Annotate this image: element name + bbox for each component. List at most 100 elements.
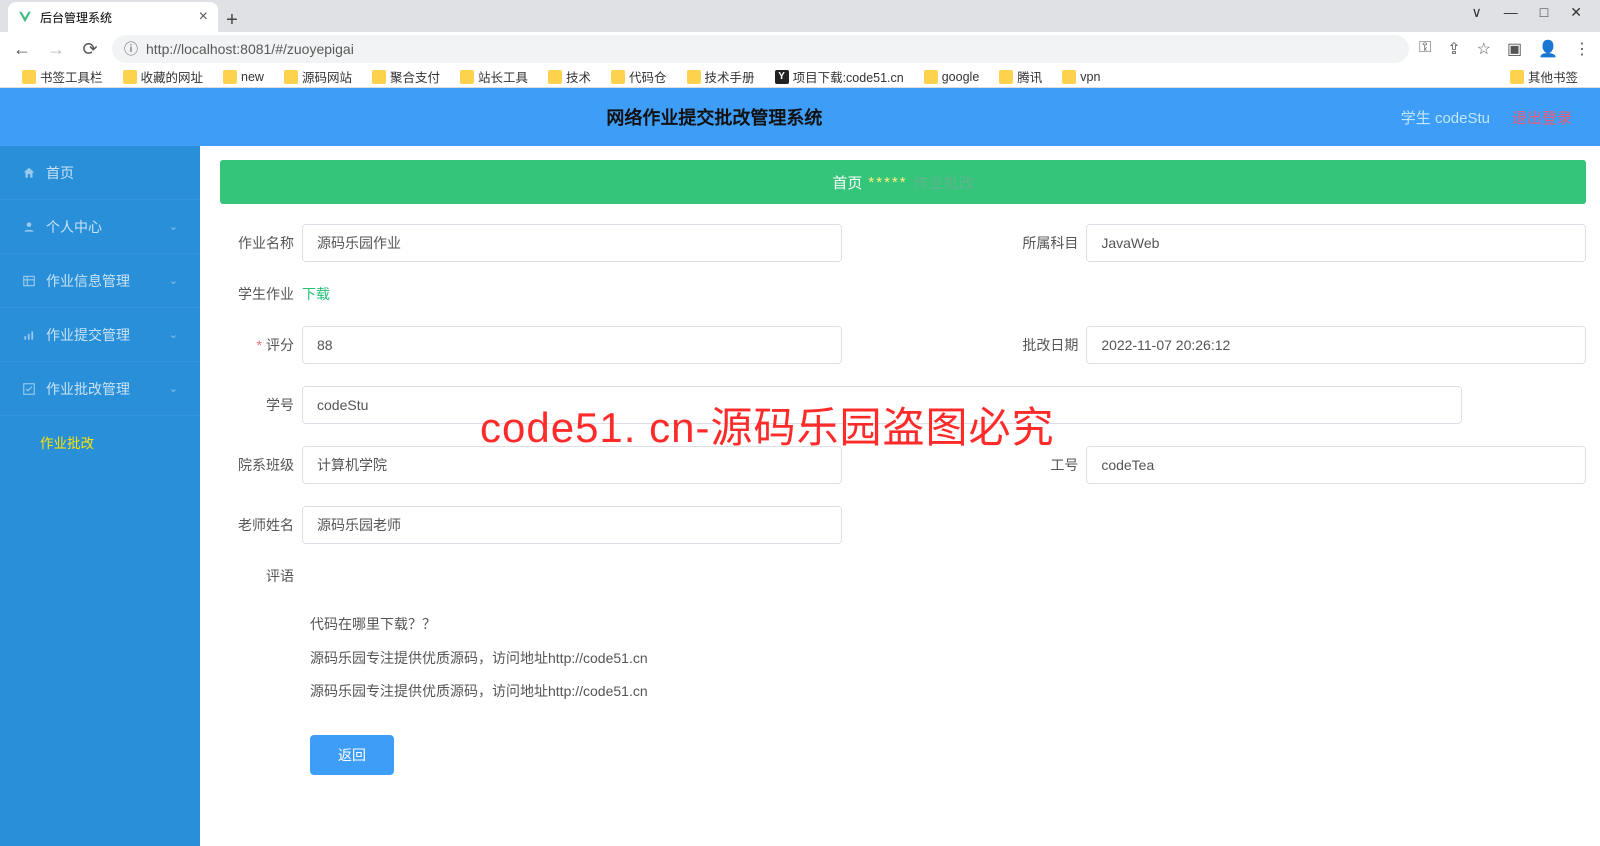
sidebar-label: 作业提交管理: [46, 325, 130, 345]
window-chevron-icon[interactable]: ∨: [1472, 4, 1482, 32]
nav-back-icon[interactable]: ←: [10, 39, 34, 60]
chevron-down-icon: ⌄: [169, 328, 178, 341]
url-text: http://localhost:8081/#/zuoyepigai: [146, 41, 354, 57]
browser-tab[interactable]: 后台管理系统 ×: [8, 2, 218, 32]
window-controls: ∨ — □ ✕: [1472, 0, 1600, 32]
app-title: 网络作业提交批改管理系统: [28, 104, 1401, 130]
user-icon: [22, 220, 36, 234]
input-score[interactable]: [302, 326, 842, 364]
download-link[interactable]: 下载: [302, 284, 330, 304]
sidebar: 首页 个人中心 ⌄ 作业信息管理 ⌄ 作业提交管理 ⌄ 作业批改管理 ⌄ 作业批…: [0, 146, 200, 846]
sidebar-label: 作业信息管理: [46, 271, 130, 291]
new-tab-button[interactable]: +: [218, 9, 246, 32]
input-subject[interactable]: [1086, 224, 1586, 262]
main-content: 首页 ***** 作业批改 作业名称 所属科目 学生作业 下载 评分: [200, 146, 1600, 846]
info-icon[interactable]: ⓘ: [124, 39, 138, 59]
window-close-icon[interactable]: ✕: [1570, 4, 1582, 32]
sidebar-item-profile[interactable]: 个人中心 ⌄: [0, 200, 200, 254]
label-sid: 学号: [220, 395, 302, 415]
sidebar-item-home[interactable]: 首页: [0, 146, 200, 200]
logout-link[interactable]: 退出登录: [1512, 107, 1572, 128]
bookmark-item[interactable]: google: [914, 70, 990, 84]
check-icon: [22, 382, 36, 396]
bookmarks-bar: 书签工具栏 收藏的网址 new 源码网站 聚合支付 站长工具 技术 代码仓 技术…: [0, 66, 1600, 88]
crumb-current: 作业批改: [914, 172, 974, 193]
folder-icon: [460, 70, 474, 84]
bookmark-item[interactable]: new: [213, 70, 274, 84]
input-name[interactable]: [302, 224, 842, 262]
user-info: 学生 codeStu: [1401, 107, 1490, 128]
comment-line: 源码乐园专注提供优质源码，访问地址http://code51.cn: [310, 642, 1586, 676]
address-bar: ← → ⟳ ⓘ http://localhost:8081/#/zuoyepig…: [0, 32, 1600, 66]
comment-line: 代码在哪里下载？？: [310, 608, 1586, 642]
folder-icon: [372, 70, 386, 84]
bookmark-item[interactable]: 源码网站: [274, 67, 362, 86]
vue-favicon-icon: [18, 10, 32, 24]
label-tname: 老师姓名: [220, 515, 302, 535]
folder-icon: [284, 70, 298, 84]
folder-icon: [999, 70, 1013, 84]
bookmark-other[interactable]: 其他书签: [1500, 67, 1588, 86]
chevron-down-icon: ⌄: [169, 220, 178, 233]
input-tid[interactable]: [1086, 446, 1586, 484]
folder-icon: [223, 70, 237, 84]
folder-icon: [1510, 70, 1524, 84]
sidebar-label: 首页: [46, 163, 74, 183]
profile-icon[interactable]: 👤: [1538, 39, 1558, 59]
bookmark-item[interactable]: 技术手册: [677, 67, 765, 86]
home-icon: [22, 166, 36, 180]
bars-icon: [22, 328, 36, 342]
bookmark-item[interactable]: 腾讯: [989, 67, 1052, 86]
label-tid: 工号: [1010, 455, 1086, 475]
breadcrumb: 首页 ***** 作业批改: [220, 160, 1586, 204]
input-date[interactable]: [1086, 326, 1586, 364]
folder-icon: [548, 70, 562, 84]
sidepanel-icon[interactable]: ▣: [1507, 39, 1522, 59]
label-dept: 院系班级: [220, 455, 302, 475]
label-date: 批改日期: [1010, 335, 1086, 355]
comment-content: 代码在哪里下载？？ 源码乐园专注提供优质源码，访问地址http://code51…: [220, 608, 1586, 709]
input-tname[interactable]: [302, 506, 842, 544]
menu-icon[interactable]: ⋮: [1574, 39, 1590, 59]
sidebar-label: 个人中心: [46, 217, 102, 237]
browser-chrome: 后台管理系统 × + ∨ — □ ✕ ← → ⟳ ⓘ http://localh…: [0, 0, 1600, 88]
bookmark-item[interactable]: Y项目下载:code51.cn: [765, 67, 914, 86]
chevron-down-icon: ⌄: [169, 274, 178, 287]
sidebar-item-assign-info[interactable]: 作业信息管理 ⌄: [0, 254, 200, 308]
sidebar-item-grade[interactable]: 作业批改管理 ⌄: [0, 362, 200, 416]
star-icon[interactable]: ☆: [1477, 39, 1491, 59]
nav-reload-icon[interactable]: ⟳: [78, 39, 102, 60]
window-minimize-icon[interactable]: —: [1504, 4, 1518, 32]
label-file: 学生作业: [220, 284, 302, 304]
folder-icon: [687, 70, 701, 84]
crumb-sep: *****: [868, 174, 907, 191]
sidebar-item-submit[interactable]: 作业提交管理 ⌄: [0, 308, 200, 362]
back-button[interactable]: 返回: [310, 735, 394, 775]
key-icon[interactable]: ⚿: [1419, 39, 1431, 59]
table-icon: [22, 274, 36, 288]
folder-icon: [1062, 70, 1076, 84]
bookmark-item[interactable]: vpn: [1052, 70, 1110, 84]
input-dept[interactable]: [302, 446, 842, 484]
folder-icon: [924, 70, 938, 84]
tab-strip: 后台管理系统 × +: [0, 0, 246, 32]
bookmark-item[interactable]: 站长工具: [450, 67, 538, 86]
bookmark-item[interactable]: 代码仓: [601, 67, 677, 86]
bookmark-item[interactable]: 聚合支付: [362, 67, 450, 86]
share-icon[interactable]: ⇪: [1447, 39, 1460, 59]
input-sid[interactable]: [302, 386, 1462, 424]
bookmark-item[interactable]: 书签工具栏: [12, 67, 113, 86]
bookmark-item[interactable]: 收藏的网址: [113, 67, 214, 86]
bookmark-item[interactable]: 技术: [538, 67, 601, 86]
site-icon: Y: [775, 70, 789, 84]
url-input[interactable]: ⓘ http://localhost:8081/#/zuoyepigai: [112, 35, 1409, 63]
folder-icon: [611, 70, 625, 84]
chevron-down-icon: ⌄: [169, 382, 178, 395]
window-maximize-icon[interactable]: □: [1540, 4, 1548, 32]
nav-forward-icon: →: [44, 39, 68, 60]
label-name: 作业名称: [220, 233, 302, 253]
tab-close-icon[interactable]: ×: [199, 8, 208, 26]
sidebar-subitem-grade[interactable]: 作业批改: [0, 416, 200, 468]
crumb-home[interactable]: 首页: [832, 172, 862, 193]
label-comment: 评语: [220, 566, 302, 586]
